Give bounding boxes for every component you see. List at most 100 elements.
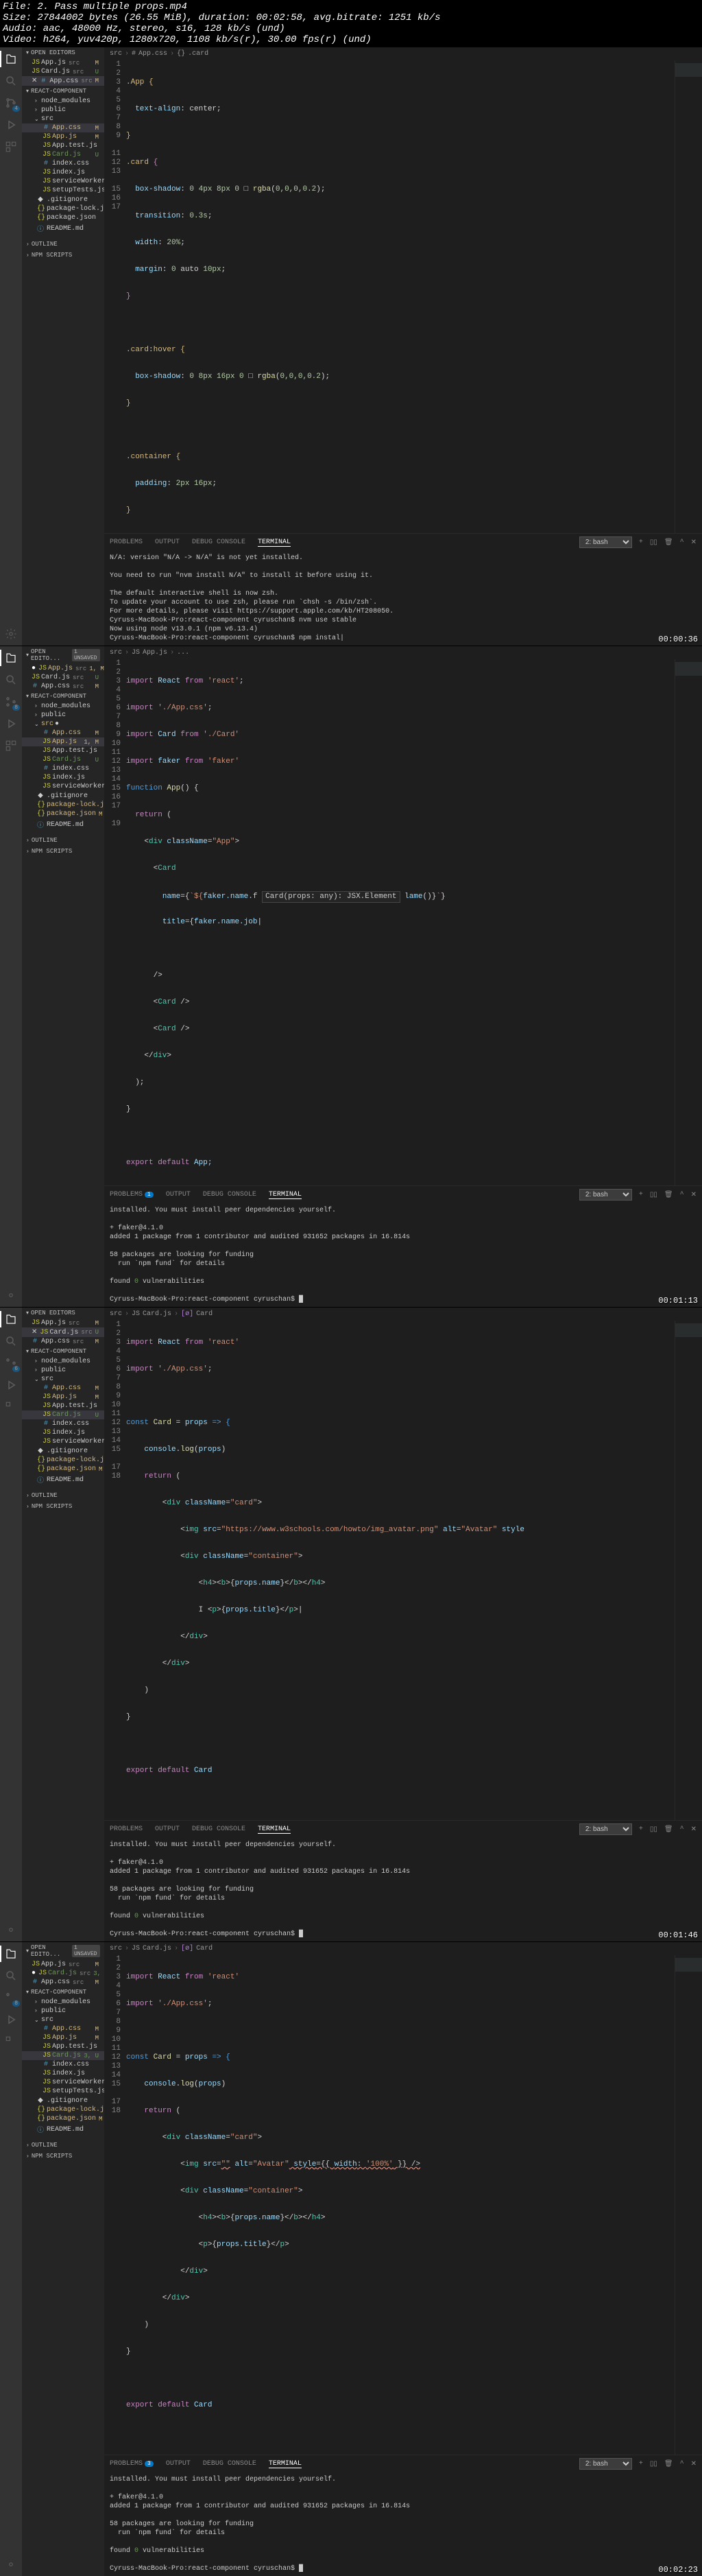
new-terminal-icon[interactable]: + <box>639 1191 643 1198</box>
file-indexcss[interactable]: #index.css <box>22 2060 104 2069</box>
file-serviceworker[interactable]: JSserviceWorker.js <box>22 1437 104 1446</box>
npm-scripts-header[interactable]: ›NPM SCRIPTS <box>22 846 104 857</box>
file-appjs[interactable]: JSApp.js1, M <box>22 737 104 746</box>
open-editors-header[interactable]: ▾OPEN EDITO...1 UNSAVED <box>22 1942 104 1960</box>
file-appjs[interactable]: JSApp.jsM <box>22 2033 104 2042</box>
folder-node-modules[interactable]: ›node_modules <box>22 702 104 711</box>
file-readme[interactable]: ⓘREADME.md <box>22 2123 104 2136</box>
terminal-output[interactable]: installed. You must install peer depende… <box>104 2472 702 2576</box>
folder-public[interactable]: ›public <box>22 1366 104 1375</box>
output-tab[interactable]: OUTPUT <box>166 2460 191 2468</box>
debug-console-tab[interactable]: DEBUG CONSOLE <box>192 1825 245 1833</box>
explorer-icon[interactable] <box>5 652 17 664</box>
debug-icon[interactable] <box>5 2013 17 2026</box>
terminal-select[interactable]: 2: bash <box>579 2458 632 2470</box>
npm-scripts-header[interactable]: ›NPM SCRIPTS <box>22 2151 104 2162</box>
search-icon[interactable] <box>5 1970 17 1982</box>
file-appcss[interactable]: #App.cssM <box>22 2024 104 2033</box>
search-icon[interactable] <box>5 75 17 87</box>
maximize-icon[interactable]: ^ <box>680 1825 684 1833</box>
code-lines[interactable]: import React from 'react' import './App.… <box>126 1955 675 2455</box>
file-packagelock[interactable]: {}package-lock.jsonM <box>22 2105 104 2114</box>
folder-public[interactable]: ›public <box>22 2007 104 2016</box>
breadcrumb[interactable]: src›JSCard.js›[ø]Card <box>104 1942 702 1955</box>
file-packagejson[interactable]: {}package.jsonM <box>22 2114 104 2123</box>
new-terminal-icon[interactable]: + <box>639 539 643 546</box>
file-packagejson[interactable]: {}package.jsonM <box>22 810 104 818</box>
file-cardjs[interactable]: JSCard.jsU <box>22 755 104 764</box>
search-icon[interactable] <box>5 674 17 686</box>
minimap[interactable] <box>675 1321 702 1820</box>
scm-icon[interactable]: 6 <box>5 1357 17 1369</box>
terminal-output[interactable]: installed. You must install peer depende… <box>104 1838 702 1941</box>
problems-tab[interactable]: PROBLEMS <box>110 539 143 546</box>
new-terminal-icon[interactable]: + <box>639 1825 643 1833</box>
folder-src[interactable]: ⌄src <box>22 2016 104 2024</box>
file-apptest[interactable]: JSApp.test.js <box>22 746 104 755</box>
editor-tab-appcss[interactable]: #App.css srcM <box>22 1978 104 1987</box>
file-gitignore[interactable]: ◆.gitignore <box>22 791 104 801</box>
file-indexjs[interactable]: JSindex.js <box>22 168 104 177</box>
split-terminal-icon[interactable]: ▯▯ <box>650 2460 657 2468</box>
editor-tab-cardjs[interactable]: JSCard.js srcU <box>22 673 104 682</box>
file-apptest[interactable]: JSApp.test.js <box>22 141 104 150</box>
split-terminal-icon[interactable]: ▯▯ <box>650 1191 657 1199</box>
file-packagejson[interactable]: {}package.json <box>22 213 104 222</box>
debug-icon[interactable] <box>5 718 17 730</box>
outline-header[interactable]: ›OUTLINE <box>22 2140 104 2151</box>
editor-tab-appcss[interactable]: #App.css srcM <box>22 682 104 691</box>
file-indexcss[interactable]: #index.css <box>22 764 104 773</box>
settings-icon[interactable] <box>5 1924 17 1936</box>
minimap[interactable] <box>675 1955 702 2455</box>
file-packagelock[interactable]: {}package-lock.jsonM <box>22 1456 104 1465</box>
code-editor[interactable]: 123456789101112131415161719 import React… <box>104 659 702 1185</box>
file-apptest[interactable]: JSApp.test.js <box>22 1402 104 1410</box>
folder-node-modules[interactable]: ›node_modules <box>22 1998 104 2007</box>
editor-tab-appjs[interactable]: JSApp.js srcM <box>22 1960 104 1969</box>
folder-node-modules[interactable]: ›node_modules <box>22 97 104 106</box>
split-terminal-icon[interactable]: ▯▯ <box>650 1825 657 1834</box>
file-cardjs[interactable]: JSCard.jsU <box>22 150 104 159</box>
editor-tab-appjs[interactable]: JSApp.js srcM <box>22 58 104 67</box>
new-terminal-icon[interactable]: + <box>639 2460 643 2468</box>
open-editors-header[interactable]: ▾OPEN EDITORS <box>22 1308 104 1319</box>
file-readme[interactable]: ⓘREADME.md <box>22 222 104 235</box>
folder-src[interactable]: ⌄src <box>22 1375 104 1384</box>
problems-tab[interactable]: PROBLEMS1 <box>110 1191 154 1198</box>
open-editors-header[interactable]: ▾OPEN EDITORS <box>22 47 104 58</box>
extensions-icon[interactable] <box>5 740 17 752</box>
code-editor[interactable]: 1234567891011121314151718 import React f… <box>104 1321 702 1820</box>
file-setuptests[interactable]: JSsetupTests.js <box>22 2087 104 2096</box>
extensions-icon[interactable] <box>5 1401 17 1413</box>
file-packagelock[interactable]: {}package-lock.json <box>22 204 104 213</box>
kill-terminal-icon[interactable]: 🗑 <box>664 539 673 547</box>
extensions-icon[interactable] <box>5 141 17 153</box>
file-serviceworker[interactable]: JSserviceWorker.js <box>22 782 104 791</box>
terminal-output[interactable]: installed. You must install peer depende… <box>104 1203 702 1307</box>
file-packagejson[interactable]: {}package.jsonM <box>22 1465 104 1474</box>
file-appcss[interactable]: #App.cssM <box>22 1384 104 1393</box>
maximize-icon[interactable]: ^ <box>680 2460 684 2468</box>
file-gitignore[interactable]: ◆.gitignore <box>22 195 104 204</box>
terminal-tab[interactable]: TERMINAL <box>269 1191 302 1199</box>
terminal-select[interactable]: 2: bash <box>579 536 632 548</box>
folder-node-modules[interactable]: ›node_modules <box>22 1357 104 1366</box>
code-lines[interactable]: import React from 'react' import './App.… <box>126 1321 675 1820</box>
editor-tab-appcss[interactable]: #App.css srcM <box>22 1337 104 1346</box>
breadcrumb[interactable]: src›JSApp.js›... <box>104 646 702 659</box>
file-indexjs[interactable]: JSindex.js <box>22 2069 104 2078</box>
kill-terminal-icon[interactable]: 🗑 <box>664 1825 673 1834</box>
debug-console-tab[interactable]: DEBUG CONSOLE <box>192 539 245 546</box>
search-icon[interactable] <box>5 1335 17 1347</box>
settings-icon[interactable] <box>5 628 17 640</box>
editor-tab-appjs[interactable]: JSApp.js srcM <box>22 1319 104 1327</box>
close-panel-icon[interactable]: ✕ <box>691 2460 697 2468</box>
workspace-header[interactable]: ▾REACT-COMPONENT <box>22 691 104 702</box>
close-panel-icon[interactable]: ✕ <box>691 1191 697 1199</box>
code-lines[interactable]: .App { text-align: center; } .card { box… <box>126 60 675 533</box>
debug-console-tab[interactable]: DEBUG CONSOLE <box>203 2460 256 2468</box>
file-serviceworker[interactable]: JSserviceWorker.js <box>22 2078 104 2087</box>
file-gitignore[interactable]: ◆.gitignore <box>22 1446 104 1456</box>
file-readme[interactable]: ⓘREADME.md <box>22 818 104 831</box>
terminal-tab[interactable]: TERMINAL <box>258 539 291 547</box>
